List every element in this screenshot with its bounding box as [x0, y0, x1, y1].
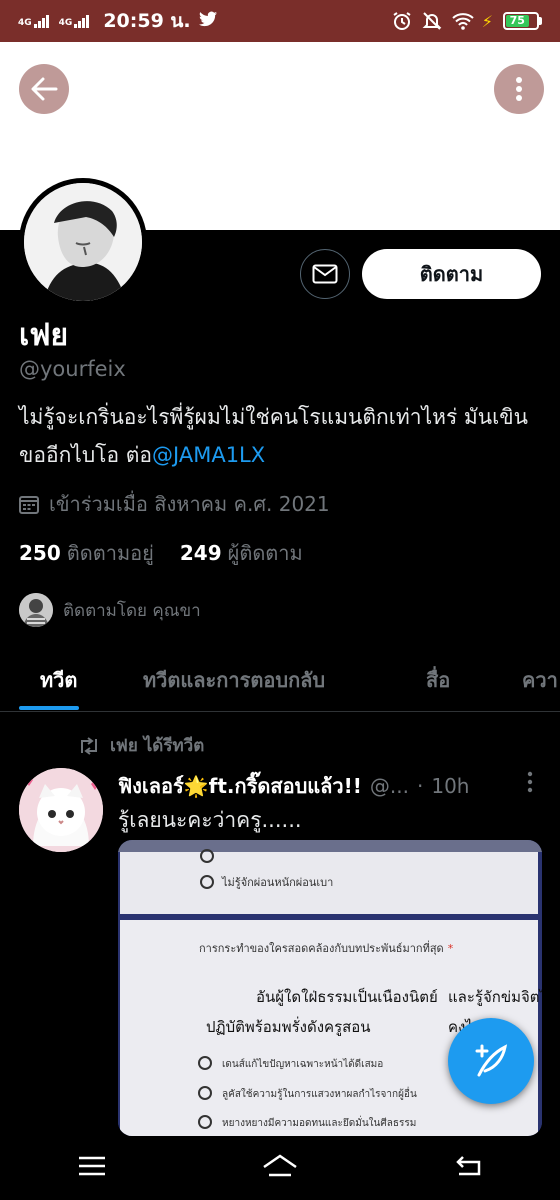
tab-media[interactable]: สื่อ: [426, 664, 450, 696]
home-icon: [263, 1154, 297, 1177]
display-name: เฟย: [19, 318, 69, 353]
retweet-indicator: เฟย ได้รีทวีต: [78, 732, 204, 759]
back-nav-icon: [455, 1156, 480, 1176]
status-bar: 4G 4G 20:59 น. ⚡ 75: [0, 0, 560, 42]
network-type-label: 4G: [58, 18, 73, 28]
profile-avatar[interactable]: [19, 178, 147, 306]
media-option-1: เดนส์แก้ไขปัญหาเฉพาะหน้าได้ดีเสมอ: [222, 1058, 383, 1070]
media-option-2: ลูคัสใช้ความรู้ในการแสวงหาผลกำไรจากผู้อื…: [222, 1086, 417, 1100]
followed-by[interactable]: ติดตามโดย คุณขา: [19, 593, 201, 627]
tweet-separator: ·: [416, 774, 424, 798]
wifi-icon: [452, 11, 474, 31]
follow-button[interactable]: ติดตาม: [362, 249, 541, 299]
charging-icon: ⚡: [481, 11, 493, 31]
profile-bio: ไม่รู้จะเกริ่นอะไรพี่รู้ผมไม่ใช่คนโรแมนต…: [19, 398, 549, 474]
network-indicator-2: 4G: [59, 14, 94, 28]
followed-by-text: ติดตามโดย คุณขา: [63, 600, 201, 621]
tweet-author-name[interactable]: ฟิงเลอร์🌟ft.กริ๊ดสอบแล้ว!!: [118, 770, 362, 802]
tweet-author-handle: @...: [369, 774, 409, 798]
retweet-icon: [81, 736, 97, 755]
profile-tabs: ทวีต ทวีตและการตอบกลับ สื่อ ควา: [0, 644, 560, 712]
media-required-mark: *: [448, 942, 454, 955]
followers-label: ผู้ติดตาม: [227, 541, 303, 565]
media-poem-1: อันผู้ใดใฝ่ธรรมเป็นเนืองนิตย์: [256, 987, 438, 1006]
media-poem-2: และรู้จักข่มจิตไม่: [448, 988, 542, 1006]
network-type-label: 4G: [18, 18, 32, 28]
more-vertical-icon: [516, 77, 522, 101]
user-handle: @yourfeix: [19, 357, 126, 381]
signal-icon: [74, 14, 90, 28]
system-nav-bar: [0, 1136, 560, 1200]
arrow-left-icon: [31, 77, 58, 101]
alarm-icon: [392, 11, 412, 31]
bio-mention-link[interactable]: @JAMA1LX: [152, 443, 265, 467]
battery-level: 75: [506, 15, 529, 27]
tweet-more-button[interactable]: [520, 770, 540, 794]
tab-tweets-replies[interactable]: ทวีตและการตอบกลับ: [143, 664, 325, 696]
tweet-header: ฟิงเลอร์🌟ft.กริ๊ดสอบแล้ว!! @... · 10h: [118, 770, 528, 802]
joined-date: เข้าร่วมเมื่อ สิงหาคม ค.ศ. 2021: [19, 488, 330, 520]
media-option-top: ไม่รู้จักผ่อนหนักผ่อนเบา: [221, 876, 333, 889]
following-label: ติดตามอยู่: [66, 541, 154, 565]
svg-text:การกระทำของใครสอดคล้องกับบทประ: การกระทำของใครสอดคล้องกับบทประพันธ์มากที…: [199, 940, 454, 955]
back-button[interactable]: [19, 64, 69, 114]
media-question: การกระทำของใครสอดคล้องกับบทประพันธ์มากที…: [199, 940, 444, 955]
retweet-label: เฟย ได้รีทวีต: [110, 736, 205, 756]
twitter-notification-icon: [198, 11, 217, 31]
mail-icon: [312, 264, 338, 284]
followers-link[interactable]: 249 ผู้ติดตาม: [180, 537, 303, 569]
calendar-icon: [19, 496, 39, 514]
battery-icon: 75: [503, 12, 542, 30]
mute-bell-icon: [422, 11, 442, 31]
home-button[interactable]: [262, 1153, 298, 1183]
following-link[interactable]: 250 ติดตามอยู่: [19, 537, 154, 569]
message-button[interactable]: [300, 249, 350, 299]
following-count: 250: [19, 541, 61, 565]
menu-icon: [79, 1156, 106, 1176]
network-indicator-1: 4G: [18, 14, 53, 28]
more-options-button[interactable]: [494, 64, 544, 114]
bio-text: ไม่รู้จะเกริ่นอะไรพี่รู้ผมไม่ใช่คนโรแมนต…: [19, 405, 529, 467]
more-vertical-icon: [527, 771, 533, 793]
signal-icon: [33, 14, 49, 28]
recent-apps-button[interactable]: [77, 1155, 107, 1181]
joined-text: เข้าร่วมเมื่อ สิงหาคม ค.ศ. 2021: [49, 492, 330, 516]
followers-count: 249: [179, 541, 222, 565]
follow-stats: 250 ติดตามอยู่ 249 ผู้ติดตาม: [19, 537, 303, 569]
tab-tweets[interactable]: ทวีต: [40, 664, 77, 696]
media-poem-3: ปฏิบัติพร้อมพรั่งดังครูสอน: [206, 1016, 371, 1036]
status-time: 20:59 น.: [103, 10, 191, 32]
tab-likes[interactable]: ควา: [522, 664, 558, 696]
compose-feather-icon: [475, 1044, 508, 1077]
back-nav-button[interactable]: [453, 1154, 483, 1182]
follower-avatar: [19, 593, 53, 627]
tweet-time: 10h: [431, 774, 470, 798]
media-option-3: หยางหยางมีความอดทนและยึดมั่นในศีลธรรม: [222, 1115, 416, 1129]
tweet-author-avatar[interactable]: [19, 768, 103, 852]
compose-tweet-button[interactable]: [448, 1018, 534, 1104]
active-tab-indicator: [19, 706, 79, 710]
tweet-text: รู้เลยนะคะว่าครู......: [118, 808, 302, 832]
